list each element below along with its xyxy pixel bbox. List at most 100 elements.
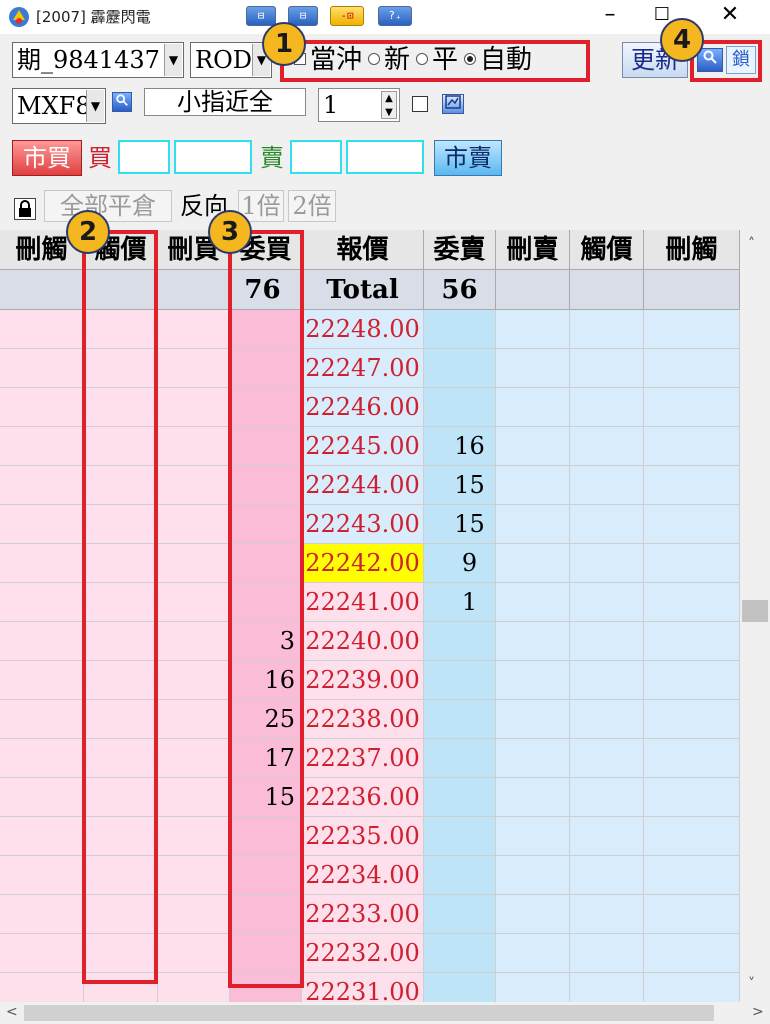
scroll-down-icon[interactable]: ˅ [748,976,755,992]
trigger-price-sell-cell[interactable] [570,817,644,856]
account-select[interactable]: 期_9841437 ▼ [12,42,184,78]
delete-buy-cell[interactable] [158,817,230,856]
sell-order-cell[interactable] [424,934,496,973]
price-cell[interactable]: 22241.00 [302,583,424,622]
chart-icon[interactable] [442,94,464,114]
sell-order-cell[interactable] [424,778,496,817]
delete-sell-cell[interactable] [496,778,570,817]
trigger-price-sell-cell[interactable] [570,778,644,817]
delete-buy-cell[interactable] [158,661,230,700]
delete-buy-cell[interactable] [158,583,230,622]
delete-trigger-sell-cell[interactable] [644,466,740,505]
price-cell[interactable]: 22248.00 [302,310,424,349]
header-trigger-price-sell[interactable]: 觸價 [570,230,644,270]
delete-sell-cell[interactable] [496,934,570,973]
delete-trigger-buy-cell[interactable] [0,388,84,427]
delete-trigger-buy-cell[interactable] [0,661,84,700]
sell-order-cell[interactable] [424,661,496,700]
delete-trigger-sell-cell[interactable] [644,310,740,349]
toolbar-button-1[interactable]: ⊟ [246,6,276,26]
vertical-scrollbar[interactable]: ˄ ˅ [740,230,770,1002]
trigger-price-sell-cell[interactable] [570,934,644,973]
header-sell-orders[interactable]: 委賣 [424,230,496,270]
delete-trigger-buy-cell[interactable] [0,427,84,466]
sell-quantity-input[interactable] [346,140,424,174]
delete-sell-cell[interactable] [496,388,570,427]
close-button[interactable]: ✕ [708,0,752,30]
sell-order-cell[interactable] [424,895,496,934]
delete-trigger-sell-cell[interactable] [644,505,740,544]
delete-sell-cell[interactable] [496,817,570,856]
vertical-scroll-thumb[interactable] [742,600,768,622]
multiplier-2x-button[interactable]: 2倍 [288,190,336,222]
delete-buy-cell[interactable] [158,388,230,427]
sell-order-cell[interactable] [424,622,496,661]
price-cell[interactable]: 22231.00 [302,973,424,1002]
sell-price-input[interactable] [290,140,342,174]
scroll-left-icon[interactable]: < [6,1004,18,1020]
price-cell[interactable]: 22240.00 [302,622,424,661]
delete-trigger-sell-cell[interactable] [644,778,740,817]
delete-sell-cell[interactable] [496,349,570,388]
toolbar-button-3[interactable]: -⊡ [330,6,364,26]
delete-sell-cell[interactable] [496,700,570,739]
sell-order-cell[interactable]: 9 [424,544,496,583]
horizontal-scrollbar[interactable]: < > [0,1002,770,1024]
delete-sell-cell[interactable] [496,544,570,583]
trigger-price-sell-cell[interactable] [570,895,644,934]
symbol-select[interactable]: MXF8 ▼ [12,88,106,124]
price-cell[interactable]: 22232.00 [302,934,424,973]
delete-buy-cell[interactable] [158,973,230,1002]
trigger-price-sell-cell[interactable] [570,505,644,544]
delete-buy-cell[interactable] [158,349,230,388]
sell-order-cell[interactable] [424,739,496,778]
sell-order-cell[interactable]: 15 [424,505,496,544]
trigger-price-sell-cell[interactable] [570,856,644,895]
delete-trigger-buy-cell[interactable] [0,778,84,817]
delete-trigger-sell-cell[interactable] [644,388,740,427]
price-cell[interactable]: 22243.00 [302,505,424,544]
delete-buy-cell[interactable] [158,739,230,778]
help-button[interactable]: ?₊ [378,6,412,26]
price-cell[interactable]: 22237.00 [302,739,424,778]
close-all-button[interactable]: 全部平倉 [44,190,172,222]
delete-trigger-buy-cell[interactable] [0,349,84,388]
trigger-price-sell-cell[interactable] [570,661,644,700]
sell-order-cell[interactable] [424,817,496,856]
price-cell[interactable]: 22235.00 [302,817,424,856]
delete-sell-cell[interactable] [496,661,570,700]
delete-buy-cell[interactable] [158,310,230,349]
trigger-price-sell-cell[interactable] [570,466,644,505]
delete-sell-cell[interactable] [496,310,570,349]
stepper-arrows-icon[interactable]: ▲ ▼ [381,91,397,119]
delete-trigger-buy-cell[interactable] [0,739,84,778]
delete-sell-cell[interactable] [496,622,570,661]
delete-buy-cell[interactable] [158,505,230,544]
symbol-search-icon[interactable] [112,92,132,112]
delete-trigger-buy-cell[interactable] [0,700,84,739]
trigger-price-sell-cell[interactable] [570,973,644,1002]
delete-trigger-sell-cell[interactable] [644,583,740,622]
delete-trigger-sell-cell[interactable] [644,934,740,973]
delete-buy-cell[interactable] [158,895,230,934]
sell-order-cell[interactable]: 16 [424,427,496,466]
delete-sell-cell[interactable] [496,739,570,778]
sell-order-cell[interactable]: 15 [424,466,496,505]
trigger-price-sell-cell[interactable] [570,622,644,661]
trigger-price-sell-cell[interactable] [570,700,644,739]
option-checkbox[interactable] [412,96,428,112]
delete-buy-cell[interactable] [158,934,230,973]
delete-sell-cell[interactable] [496,583,570,622]
trigger-price-sell-cell[interactable] [570,739,644,778]
delete-sell-cell[interactable] [496,505,570,544]
delete-trigger-sell-cell[interactable] [644,700,740,739]
sell-order-cell[interactable] [424,973,496,1002]
header-delete-trigger-sell[interactable]: 刪觸 [644,230,740,270]
delete-trigger-buy-cell[interactable] [0,505,84,544]
delete-trigger-buy-cell[interactable] [0,622,84,661]
sell-order-cell[interactable] [424,310,496,349]
delete-buy-cell[interactable] [158,856,230,895]
delete-trigger-buy-cell[interactable] [0,895,84,934]
sell-order-cell[interactable] [424,349,496,388]
price-cell[interactable]: 22238.00 [302,700,424,739]
